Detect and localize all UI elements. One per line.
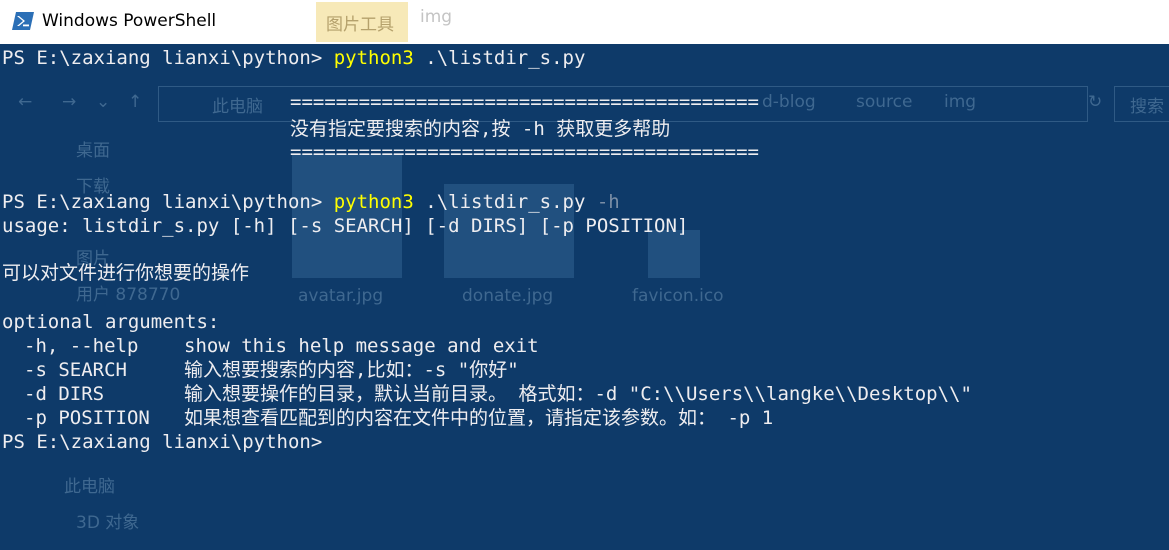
option-row: -h, --help show this help message and ex… bbox=[0, 334, 1169, 358]
option-row: -p POSITION 如果想查看匹配到的内容在文件中的位置，请指定该参数。如：… bbox=[0, 406, 1169, 430]
option-key: -d DIRS bbox=[24, 383, 105, 405]
prompt: PS E:\zaxiang lianxi\python> bbox=[2, 47, 334, 69]
prompt-line: PS E:\zaxiang lianxi\python> python3 .\l… bbox=[2, 190, 620, 214]
banner-message: 没有指定要搜索的内容,按 -h 获取更多帮助 bbox=[290, 118, 671, 140]
console-area[interactable]: ← → ⌄ ↑ 此电脑 d-blog source img ↻ 搜索 桌面 下载… bbox=[0, 44, 1169, 550]
command-args: .\listdir_s.py bbox=[413, 47, 586, 69]
command-flag: -h bbox=[585, 191, 620, 213]
usage-line: usage: listdir_s.py [-h] [-s SEARCH] [-d… bbox=[2, 215, 689, 237]
background-window-title: img bbox=[420, 7, 453, 27]
option-description: 输入想要搜索的内容,比如：-s "你好" bbox=[184, 359, 519, 381]
option-description: show this help message and exit bbox=[184, 335, 539, 357]
option-key: -s SEARCH bbox=[24, 359, 127, 381]
prompt-line: PS E:\zaxiang lianxi\python> python3 .\l… bbox=[2, 46, 585, 70]
option-description: 输入想要操作的目录，默认当前目录。 格式如：-d "C:\\Users\\lan… bbox=[184, 383, 972, 405]
prompt-line[interactable]: PS E:\zaxiang lianxi\python> bbox=[2, 430, 334, 454]
prompt: PS E:\zaxiang lianxi\python> bbox=[2, 191, 334, 213]
optional-arguments-header: optional arguments: bbox=[2, 311, 220, 333]
command-program: python3 bbox=[333, 191, 414, 213]
prompt: PS E:\zaxiang lianxi\python> bbox=[2, 431, 334, 453]
option-key: -h, --help bbox=[24, 335, 139, 357]
option-key: -p POSITION bbox=[24, 407, 150, 429]
window-title-bar[interactable]: 图片工具 img Windows PowerShell bbox=[0, 0, 1169, 44]
powershell-icon bbox=[12, 12, 34, 30]
background-ribbon-tab-label: 图片工具 bbox=[326, 15, 394, 35]
banner-rule: ========================================… bbox=[290, 141, 759, 163]
terminal-output[interactable]: PS E:\zaxiang lianxi\python> python3 .\l… bbox=[0, 44, 1169, 550]
option-row: -s SEARCH 输入想要搜索的内容,比如：-s "你好" bbox=[0, 358, 1169, 382]
description-line: 可以对文件进行你想要的操作 bbox=[2, 262, 250, 284]
window-title: Windows PowerShell bbox=[42, 11, 217, 31]
banner-rule: ========================================… bbox=[290, 91, 759, 113]
option-row: -d DIRS 输入想要操作的目录，默认当前目录。 格式如：-d "C:\\Us… bbox=[0, 382, 1169, 406]
command-program: python3 bbox=[333, 47, 414, 69]
option-description: 如果想查看匹配到的内容在文件中的位置，请指定该参数。如： -p 1 bbox=[184, 407, 774, 429]
command-args: .\listdir_s.py bbox=[413, 191, 586, 213]
